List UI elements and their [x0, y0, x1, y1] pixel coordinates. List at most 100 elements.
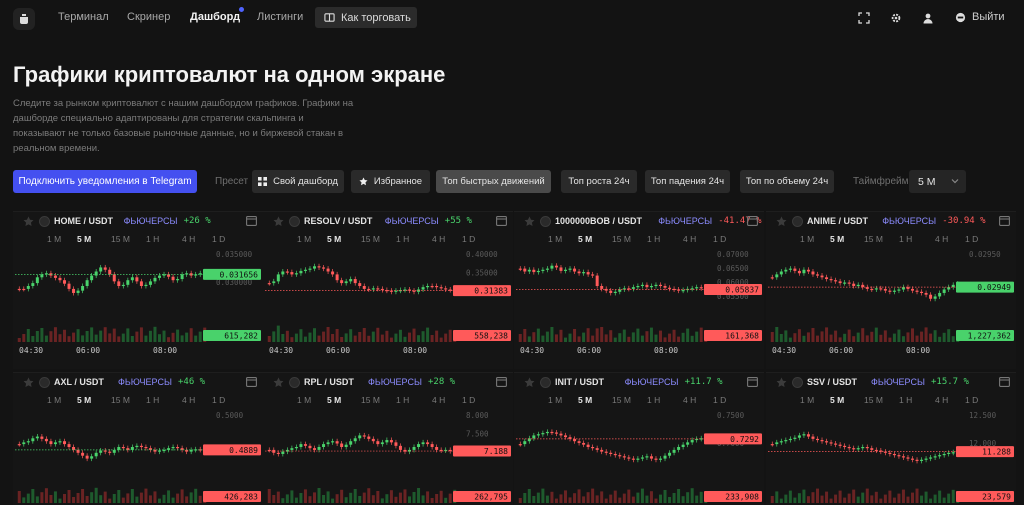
timeframe-select[interactable]: 5 M	[909, 170, 966, 193]
tab-timeframe[interactable]: 1 M	[548, 395, 562, 405]
tab-timeframe[interactable]: 5 M	[830, 234, 844, 244]
window-icon[interactable]	[246, 377, 257, 387]
tab-timeframe[interactable]: 15 M	[864, 395, 883, 405]
tab-timeframe[interactable]: 1 D	[462, 395, 475, 405]
nav-item-screener[interactable]: Скринер	[127, 11, 170, 23]
tab-timeframe[interactable]: 5 M	[830, 395, 844, 405]
tab-timeframe[interactable]: 1 D	[965, 395, 978, 405]
fullscreen-icon[interactable]	[857, 11, 870, 24]
tab-timeframe[interactable]: 5 M	[578, 234, 592, 244]
logout-button[interactable]: Выйти	[955, 11, 1005, 23]
window-icon[interactable]	[747, 216, 758, 226]
tab-timeframe[interactable]: 1 M	[297, 234, 311, 244]
candle-body	[559, 433, 563, 436]
candle-body	[308, 445, 312, 449]
tab-timeframe[interactable]: 1 H	[899, 395, 912, 405]
volume-bar	[811, 492, 815, 503]
tab-timeframe[interactable]: 5 M	[77, 234, 91, 244]
tab-timeframe[interactable]: 15 M	[111, 234, 130, 244]
tab-timeframe[interactable]: 1 D	[212, 234, 225, 244]
tab-timeframe[interactable]: 15 M	[361, 395, 380, 405]
how-to-trade-button[interactable]: Как торговать	[315, 7, 417, 28]
volume-bar	[53, 327, 57, 342]
telegram-notifications-button[interactable]: Подключить уведомления в Telegram	[13, 170, 197, 193]
star-icon[interactable]	[23, 216, 34, 227]
tab-timeframe[interactable]: 15 M	[612, 234, 631, 244]
star-icon[interactable]	[524, 377, 535, 388]
star-icon[interactable]	[776, 377, 787, 388]
tab-timeframe[interactable]: 1 M	[800, 395, 814, 405]
preset-top-growth[interactable]: Топ роста 24ч	[561, 170, 637, 193]
window-icon[interactable]	[999, 377, 1010, 387]
tab-timeframe[interactable]: 5 M	[327, 395, 341, 405]
star-icon[interactable]	[273, 216, 284, 227]
tab-timeframe[interactable]: 1 D	[713, 395, 726, 405]
tab-timeframe[interactable]: 1 H	[396, 395, 409, 405]
window-icon[interactable]	[999, 216, 1010, 226]
window-icon[interactable]	[246, 216, 257, 226]
tab-timeframe[interactable]: 15 M	[864, 234, 883, 244]
nav-item-listings[interactable]: Листинги	[257, 11, 303, 23]
star-icon[interactable]	[273, 377, 284, 388]
pair-name[interactable]: RESOLV / USDT	[304, 216, 372, 226]
pair-name[interactable]: SSV / USDT	[807, 377, 857, 387]
preset-favorites[interactable]: Избранное	[351, 170, 430, 193]
tab-timeframe[interactable]: 4 H	[683, 395, 696, 405]
volume-bar	[527, 336, 531, 342]
tab-timeframe[interactable]: 4 H	[432, 395, 445, 405]
tab-timeframe[interactable]: 5 M	[77, 395, 91, 405]
tab-timeframe[interactable]: 1 D	[965, 234, 978, 244]
tab-timeframe[interactable]: 1 D	[713, 234, 726, 244]
tab-timeframe[interactable]: 1 M	[800, 234, 814, 244]
tab-timeframe[interactable]: 15 M	[361, 234, 380, 244]
nav-item-terminal[interactable]: Терминал	[58, 11, 109, 23]
pair-name[interactable]: RPL / USDT	[304, 377, 354, 387]
candle-body	[72, 447, 76, 450]
tab-timeframe[interactable]: 15 M	[612, 395, 631, 405]
tab-timeframe[interactable]: 1 D	[212, 395, 225, 405]
volume-bar	[906, 496, 910, 503]
volume-bar	[568, 333, 572, 342]
gear-icon[interactable]	[889, 11, 902, 24]
window-icon[interactable]	[496, 377, 507, 387]
pair-name[interactable]: INIT / USDT	[555, 377, 604, 387]
candle-body	[22, 288, 26, 291]
tab-timeframe[interactable]: 4 H	[935, 395, 948, 405]
pair-name[interactable]: AXL / USDT	[54, 377, 104, 387]
tab-timeframe[interactable]: 4 H	[432, 234, 445, 244]
tab-timeframe[interactable]: 1 M	[47, 395, 61, 405]
preset-top-decline[interactable]: Топ падения 24ч	[645, 170, 730, 193]
tab-timeframe[interactable]: 1 M	[297, 395, 311, 405]
tab-timeframe[interactable]: 1 H	[396, 234, 409, 244]
logo[interactable]	[13, 8, 35, 30]
nav-item-dashboard[interactable]: Дашборд	[190, 11, 240, 23]
pair-name[interactable]: ANIME / USDT	[807, 216, 868, 226]
star-icon[interactable]	[23, 377, 34, 388]
tab-timeframe[interactable]: 5 M	[327, 234, 341, 244]
star-icon[interactable]	[524, 216, 535, 227]
tab-timeframe[interactable]: 1 M	[47, 234, 61, 244]
tab-timeframe[interactable]: 4 H	[683, 234, 696, 244]
window-icon[interactable]	[496, 216, 507, 226]
volume-bar	[322, 331, 326, 342]
tab-timeframe[interactable]: 1 D	[462, 234, 475, 244]
tab-timeframe[interactable]: 1 H	[146, 395, 159, 405]
tab-timeframe[interactable]: 1 M	[548, 234, 562, 244]
pair-name[interactable]: HOME / USDT	[54, 216, 113, 226]
pair-name[interactable]: 1000000BOB / USDT	[555, 216, 642, 226]
tab-timeframe[interactable]: 1 H	[899, 234, 912, 244]
tab-timeframe[interactable]: 5 M	[578, 395, 592, 405]
tab-timeframe[interactable]: 4 H	[182, 395, 195, 405]
user-icon[interactable]	[921, 11, 934, 24]
star-icon[interactable]	[776, 216, 787, 227]
tab-timeframe[interactable]: 4 H	[182, 234, 195, 244]
tab-timeframe[interactable]: 15 M	[111, 395, 130, 405]
tab-timeframe[interactable]: 1 H	[647, 234, 660, 244]
preset-top-volume[interactable]: Топ по объему 24ч	[740, 170, 834, 193]
tab-timeframe[interactable]: 1 H	[647, 395, 660, 405]
preset-top-fast-moves[interactable]: Топ быстрых движений	[436, 170, 551, 193]
preset-own-dashboard[interactable]: Свой дашборд	[252, 170, 344, 193]
tab-timeframe[interactable]: 4 H	[935, 234, 948, 244]
tab-timeframe[interactable]: 1 H	[146, 234, 159, 244]
window-icon[interactable]	[747, 377, 758, 387]
